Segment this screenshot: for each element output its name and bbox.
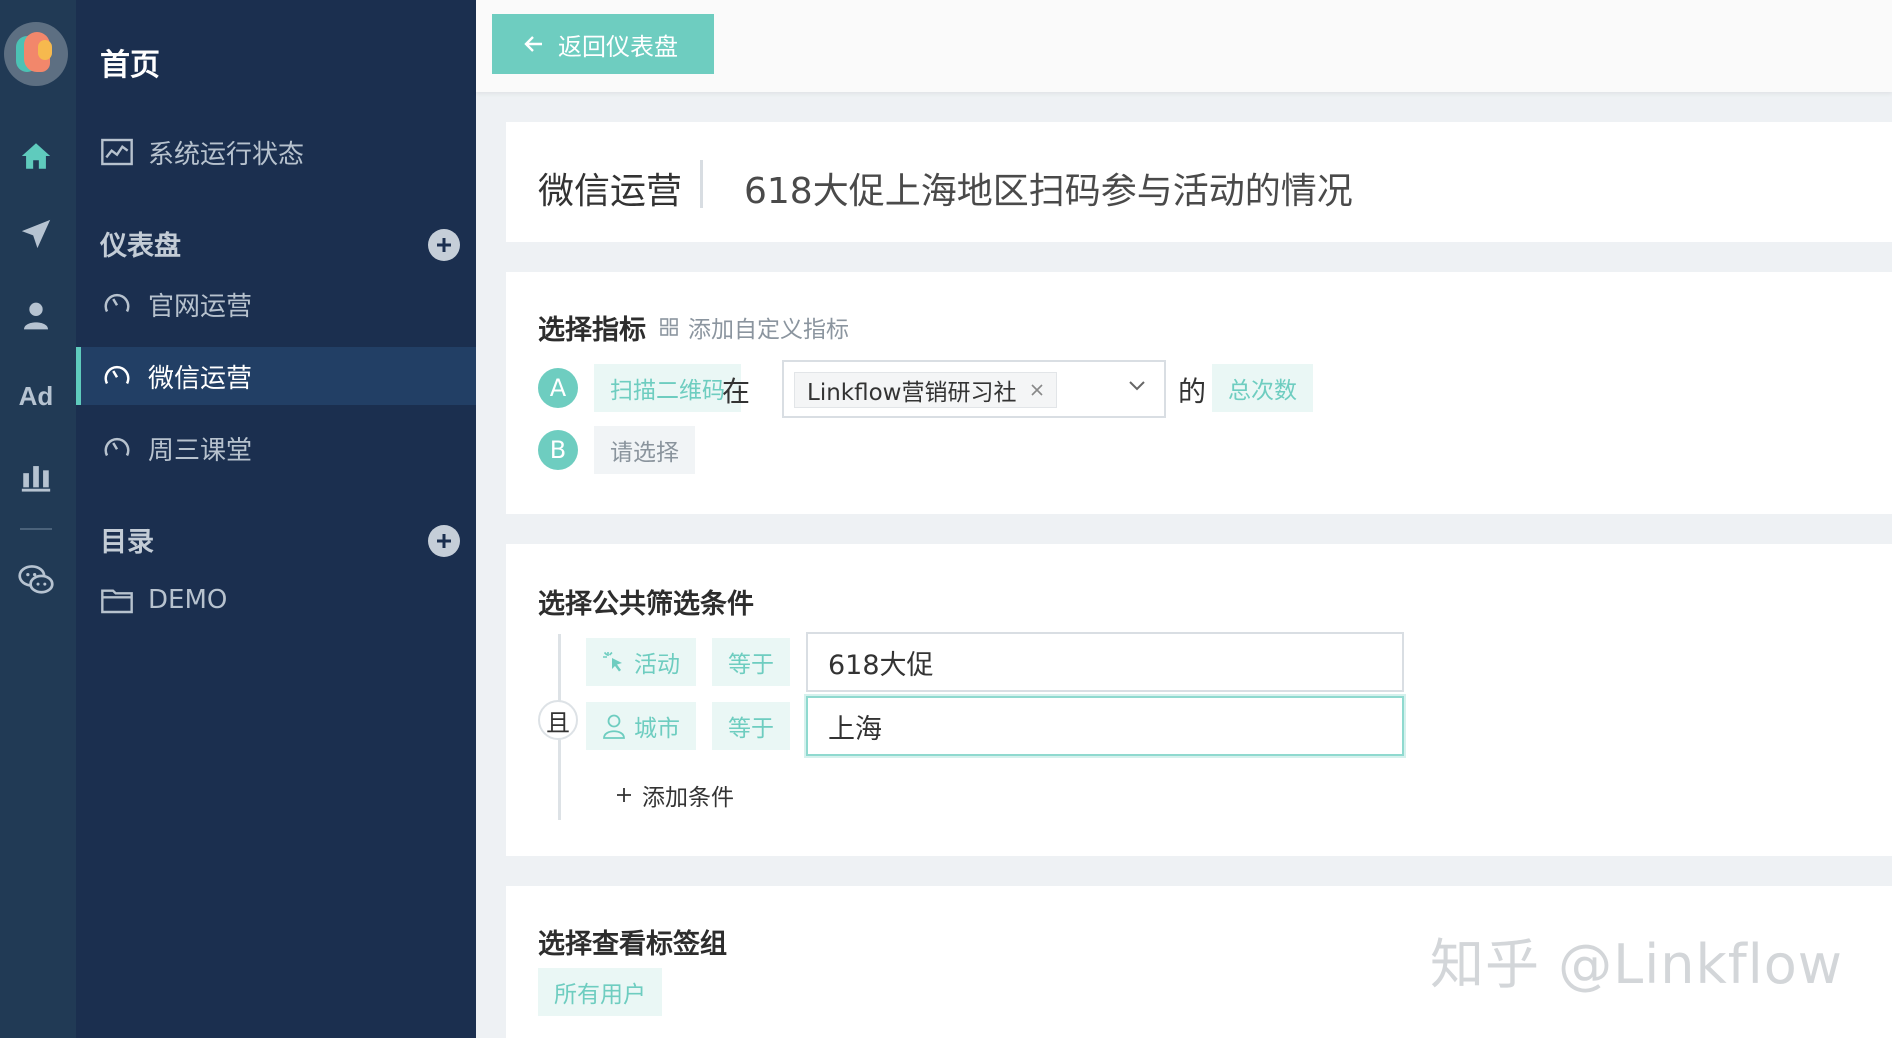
ad-label: Ad xyxy=(18,380,54,411)
filter-field-label: 活动 xyxy=(634,652,680,678)
close-icon[interactable] xyxy=(1030,383,1044,397)
report-title[interactable]: 618大促上海地区扫码参与活动的情况 xyxy=(744,162,1353,214)
nav-item-dashboard-active[interactable]: 微信运营 xyxy=(76,347,476,405)
folder-icon xyxy=(100,583,134,617)
plus-icon xyxy=(617,788,631,802)
metric-of-word: 的 xyxy=(1178,375,1207,408)
account-tag-label: Linkflow营销研习社 xyxy=(807,380,1017,406)
metric-letter-b: B xyxy=(538,430,578,470)
account-select[interactable]: Linkflow营销研习社 xyxy=(782,360,1166,418)
account-tag: Linkflow营销研习社 xyxy=(794,372,1058,408)
nav-item-dashboard[interactable]: 官网运营 xyxy=(76,275,476,333)
add-dashboard-button[interactable] xyxy=(428,229,460,261)
send-icon[interactable] xyxy=(14,212,58,256)
tag-group-chip[interactable]: 所有用户 xyxy=(538,968,662,1016)
nav-section-catalog: 目录 xyxy=(100,527,154,558)
main-content: 返回仪表盘 微信运营 618大促上海地区扫码参与活动的情况 选择指标 添加自定义… xyxy=(476,0,1892,1038)
report-title-card: 微信运营 618大促上海地区扫码参与活动的情况 xyxy=(506,122,1892,242)
filter-value-input[interactable] xyxy=(806,632,1404,692)
add-custom-metric-link[interactable]: 添加自定义指标 xyxy=(660,310,849,344)
metric-event-chip[interactable]: 扫描二维码 xyxy=(594,364,741,412)
filter-operator-chip[interactable]: 等于 xyxy=(712,638,790,686)
back-button-label: 返回仪表盘 xyxy=(558,32,678,61)
top-bar: 返回仪表盘 xyxy=(476,0,1892,92)
grid-icon xyxy=(660,318,678,336)
nav-panel: 首页 系统运行状态 仪表盘 官网运营 微信运营 周三课堂 目录 DEMO xyxy=(76,0,476,1038)
line-chart-icon xyxy=(100,135,134,169)
nav-home-title[interactable]: 首页 xyxy=(100,40,160,84)
nav-item-label: 系统运行状态 xyxy=(148,139,305,170)
arrow-left-icon xyxy=(524,36,542,52)
add-custom-metric-label: 添加自定义指标 xyxy=(688,317,849,343)
title-divider xyxy=(700,160,703,208)
metrics-card: 选择指标 添加自定义指标 A 扫描二维码 在 Linkflow营销研习社 的 总… xyxy=(506,272,1892,514)
nav-item-label: 官网运营 xyxy=(148,291,253,322)
nav-item-system-status[interactable]: 系统运行状态 xyxy=(76,123,476,181)
home-icon[interactable] xyxy=(14,134,58,178)
filter-field-chip[interactable]: 活动 xyxy=(586,638,696,686)
filters-card: 选择公共筛选条件 且 活动 等于 城市 等于 添加条件 xyxy=(506,544,1892,856)
nav-item-label: DEMO xyxy=(148,585,228,615)
gauge-icon xyxy=(100,431,134,465)
user-icon[interactable] xyxy=(14,294,58,338)
nav-item-dashboard[interactable]: 周三课堂 xyxy=(76,419,476,477)
add-condition-button[interactable]: 添加条件 xyxy=(616,778,734,812)
filter-field-chip[interactable]: 城市 xyxy=(586,702,696,750)
app-logo[interactable] xyxy=(4,22,68,86)
click-icon xyxy=(603,651,622,672)
add-condition-label: 添加条件 xyxy=(642,785,734,811)
ad-icon[interactable]: Ad xyxy=(14,374,58,418)
dashboard-name: 微信运营 xyxy=(538,171,683,212)
nav-item-folder-demo[interactable]: DEMO xyxy=(76,571,476,629)
metric-placeholder-chip[interactable]: 请选择 xyxy=(594,426,695,474)
filter-field-label: 城市 xyxy=(634,716,680,742)
rail-divider xyxy=(20,528,52,530)
tag-group-section-title: 选择查看标签组 xyxy=(538,929,727,960)
nav-item-label: 周三课堂 xyxy=(148,435,253,466)
metric-letter-a: A xyxy=(538,368,578,408)
filter-value-input-focused[interactable] xyxy=(806,696,1404,756)
filters-section-title: 选择公共筛选条件 xyxy=(538,589,754,620)
icon-rail: Ad xyxy=(0,0,76,1038)
metrics-section-title: 选择指标 xyxy=(538,315,646,346)
filter-operator-chip[interactable]: 等于 xyxy=(712,702,790,750)
nav-item-label: 微信运营 xyxy=(148,363,253,394)
gauge-icon xyxy=(100,287,134,321)
gauge-icon xyxy=(100,359,134,393)
wechat-icon[interactable] xyxy=(14,558,58,602)
user-outline-icon xyxy=(603,714,625,739)
back-to-dashboard-button[interactable]: 返回仪表盘 xyxy=(492,14,714,74)
chevron-down-icon[interactable] xyxy=(1128,380,1146,392)
nav-section-dashboards: 仪表盘 xyxy=(100,231,181,262)
watermark-text: 知乎 @Linkflow xyxy=(1430,933,1843,996)
add-catalog-button[interactable] xyxy=(428,525,460,557)
metric-measure-chip[interactable]: 总次数 xyxy=(1212,364,1313,412)
and-operator[interactable]: 且 xyxy=(538,700,578,740)
bar-chart-icon[interactable] xyxy=(14,454,58,498)
metric-in-word: 在 xyxy=(722,375,751,408)
